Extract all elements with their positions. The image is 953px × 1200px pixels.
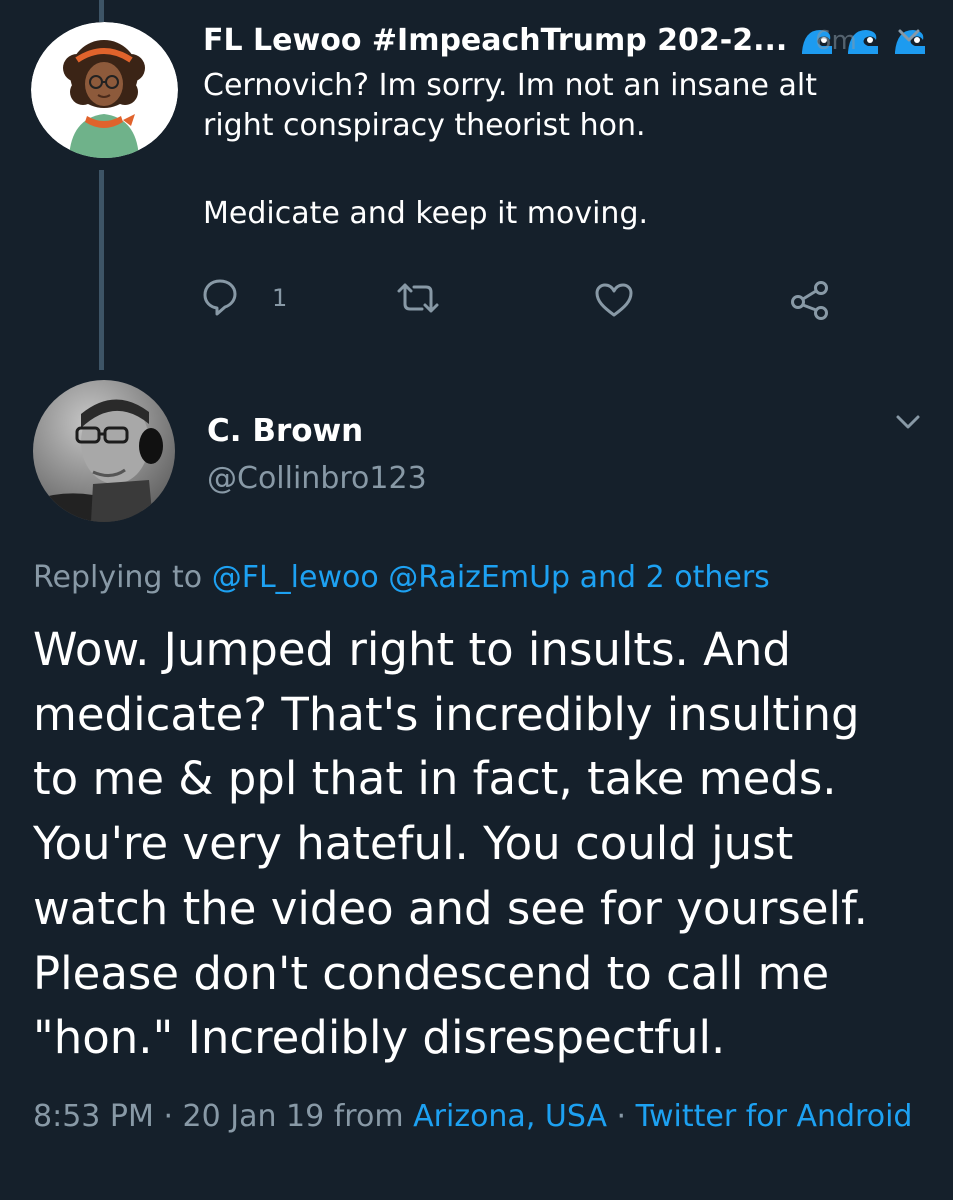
meta-separator: · bbox=[616, 1099, 627, 1134]
share-icon bbox=[791, 281, 828, 320]
main-text-line: watch the video and see for yourself. bbox=[33, 881, 868, 935]
user-photo-avatar-icon bbox=[33, 380, 175, 522]
replying-user-link[interactable]: @FL_lewoo bbox=[212, 560, 379, 595]
meta-separator: · bbox=[163, 1099, 173, 1134]
retweet-button[interactable] bbox=[396, 282, 440, 318]
parent-timestamp: 6m bbox=[815, 26, 857, 56]
parent-text-line: Medicate and keep it moving. bbox=[203, 196, 649, 231]
main-text-line: You're very hateful. You could just bbox=[33, 817, 794, 871]
from-word: from bbox=[333, 1099, 404, 1134]
like-button[interactable] bbox=[594, 282, 634, 322]
reply-icon bbox=[203, 279, 237, 316]
main-text-line: medicate? That's incredibly insulting bbox=[33, 687, 860, 741]
replying-to-line: Replying to @FL_lewoo @RaizEmUp and 2 ot… bbox=[33, 557, 770, 599]
tweet-meta: 8:53 PM · 20 Jan 19 from Arizona, USA · … bbox=[33, 1094, 923, 1140]
replying-others-link[interactable]: and 2 others bbox=[580, 560, 770, 595]
main-chevron-down-icon[interactable] bbox=[895, 414, 921, 436]
replying-user-link[interactable]: @RaizEmUp bbox=[388, 560, 570, 595]
main-display-name[interactable]: C. Brown bbox=[207, 410, 363, 452]
replying-prefix: Replying to bbox=[33, 560, 203, 595]
parent-text-line: Cernovich? Im sorry. Im not an insane al… bbox=[203, 68, 817, 103]
cartoon-woman-avatar-icon bbox=[31, 22, 178, 158]
main-text-line: Please don't condescend to call me bbox=[33, 946, 830, 1000]
thread-line bbox=[99, 170, 104, 370]
main-tweet-text: Wow. Jumped right to insults. And medica… bbox=[33, 618, 923, 1071]
parent-text-line: right conspiracy theorist hon. bbox=[203, 108, 646, 143]
main-handle[interactable]: @Collinbro123 bbox=[207, 458, 427, 500]
tweet-time[interactable]: 8:53 PM bbox=[33, 1099, 154, 1134]
parent-avatar[interactable] bbox=[31, 22, 178, 158]
tweet-source-link[interactable]: Twitter for Android bbox=[636, 1099, 913, 1134]
parent-display-name[interactable]: FL Lewoo #ImpeachTrump 202-2... bbox=[203, 20, 787, 62]
main-text-line: "hon." Incredibly disrespectful. bbox=[33, 1011, 726, 1065]
parent-tweet-text: Cernovich? Im sorry. Im not an insane al… bbox=[203, 66, 903, 234]
parent-chevron-down-icon[interactable] bbox=[897, 28, 921, 48]
share-button[interactable] bbox=[789, 280, 831, 324]
thread-line bbox=[99, 0, 104, 22]
main-avatar[interactable] bbox=[33, 380, 175, 522]
tweet-location-link[interactable]: Arizona, USA bbox=[413, 1099, 607, 1134]
reply-count: 1 bbox=[272, 284, 288, 312]
heart-icon bbox=[595, 283, 633, 317]
reply-button[interactable] bbox=[202, 278, 238, 320]
main-text-line: to me & ppl that in fact, take meds. bbox=[33, 752, 837, 806]
parent-header: FL Lewoo #ImpeachTrump 202-2... bbox=[203, 20, 925, 62]
retweet-icon bbox=[397, 283, 439, 313]
tweet-date[interactable]: 20 Jan 19 bbox=[183, 1099, 325, 1134]
main-text-line: Wow. Jumped right to insults. And bbox=[33, 623, 791, 676]
